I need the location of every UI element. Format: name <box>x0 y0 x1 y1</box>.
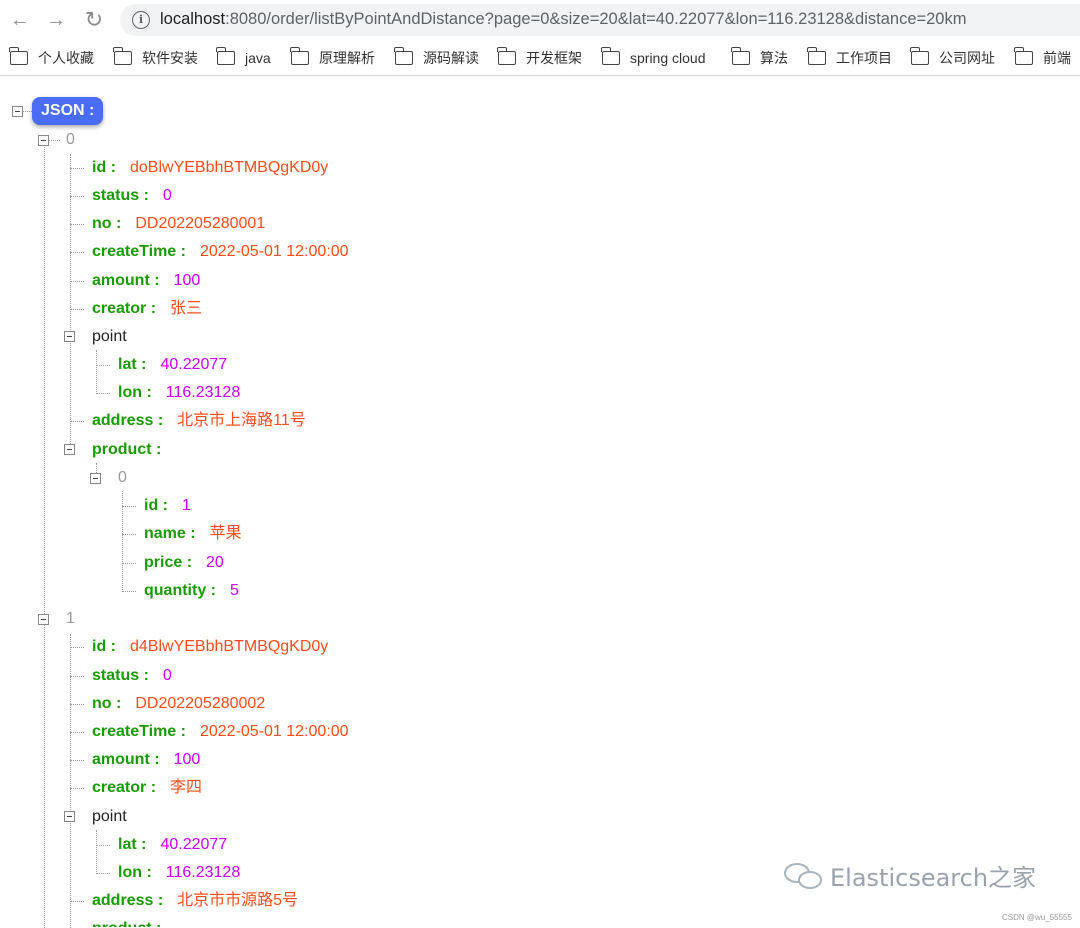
tree-connector <box>96 873 110 874</box>
watermark: Elasticsearch之家 <box>784 858 1036 893</box>
url-text[interactable]: localhost:8080/order/listByPointAndDista… <box>160 10 966 29</box>
tree-guide-line <box>96 830 97 874</box>
array-index-node[interactable]: 0 <box>118 466 127 490</box>
folder-icon <box>497 47 516 65</box>
json-field-createtime: createTime :2022-05-01 12:00:00 <box>92 723 349 740</box>
json-field-status: status :0 <box>92 187 172 204</box>
json-field-lat: lat :40.22077 <box>118 356 228 373</box>
json-field-price: price :20 <box>144 554 224 571</box>
tree-connector <box>70 732 84 733</box>
tree-connector <box>122 534 136 535</box>
json-root-badge[interactable]: JSON : <box>32 97 104 125</box>
tree-connector <box>70 309 84 310</box>
site-info-icon[interactable]: i <box>132 11 150 29</box>
image-credit: CSDN @wu_55555 <box>1002 913 1072 922</box>
json-field-creator: creator : 李四 <box>92 779 203 796</box>
bookmark-folder[interactable]: java <box>216 47 271 68</box>
tree-connector <box>70 788 84 789</box>
back-arrow-icon[interactable]: ← <box>8 8 32 32</box>
tree-guide-line <box>96 350 97 394</box>
tree-connector <box>70 281 84 282</box>
bookmark-folder[interactable]: 工作项目 <box>807 47 892 68</box>
json-field-status: status :0 <box>92 667 172 684</box>
folder-icon <box>807 47 826 65</box>
tree-connector <box>70 647 84 648</box>
collapse-toggle-icon[interactable] <box>38 135 49 146</box>
json-array-product[interactable]: product : <box>92 438 161 462</box>
browser-toolbar: ← → ↻ i localhost:8080/order/listByPoint… <box>0 0 1080 40</box>
tree-connector <box>70 168 84 169</box>
json-array-product[interactable]: product : <box>92 917 161 927</box>
tree-connector <box>96 365 110 366</box>
collapse-toggle-icon[interactable] <box>64 444 75 455</box>
collapse-toggle-icon[interactable] <box>90 473 101 484</box>
bookmarks-bar: 个人收藏 软件安装 java 原理解析 源码解读 开发框架 spring clo… <box>0 40 1080 76</box>
json-field-id: id : doBlwYEBbhBTMBQgKD0y <box>92 159 329 176</box>
json-field-creator: creator : 张三 <box>92 300 203 317</box>
bookmark-folder[interactable]: 算法 <box>731 47 788 68</box>
bookmark-folder[interactable]: 个人收藏 <box>9 47 94 68</box>
tree-guide-line <box>70 154 71 450</box>
collapse-toggle-icon[interactable] <box>38 614 49 625</box>
bookmark-folder[interactable]: 源码解读 <box>394 47 479 68</box>
tree-connector <box>70 252 84 253</box>
json-field-no: no : DD202205280002 <box>92 695 266 712</box>
folder-icon <box>394 47 413 65</box>
json-field-id: id :1 <box>144 497 191 514</box>
tree-connector <box>70 676 84 677</box>
tree-connector <box>122 506 136 507</box>
tree-connector <box>122 563 136 564</box>
json-field-lon: lon :116.23128 <box>118 864 241 881</box>
json-object-point[interactable]: point <box>92 805 127 829</box>
folder-icon <box>290 47 309 65</box>
json-field-lat: lat :40.22077 <box>118 836 228 853</box>
json-field-address: address : 北京市上海路11号 <box>92 412 306 429</box>
json-field-createtime: createTime :2022-05-01 12:00:00 <box>92 243 349 260</box>
folder-icon <box>113 47 132 65</box>
tree-connector <box>70 196 84 197</box>
json-field-quantity: quantity :5 <box>144 582 239 599</box>
folder-icon <box>1014 47 1033 65</box>
folder-icon <box>9 47 28 65</box>
collapse-toggle-icon[interactable] <box>64 811 75 822</box>
bookmark-folder[interactable]: spring cloud <box>601 47 706 68</box>
collapse-toggle-icon[interactable] <box>64 331 75 342</box>
bookmark-folder[interactable]: 开发框架 <box>497 47 582 68</box>
json-field-amount: amount :100 <box>92 751 201 768</box>
bookmark-folder[interactable]: 公司网址 <box>910 47 995 68</box>
json-field-no: no : DD202205280001 <box>92 215 266 232</box>
bookmark-folder[interactable]: 前端 <box>1014 47 1071 68</box>
collapse-toggle-icon[interactable] <box>12 106 23 117</box>
tree-connector <box>96 393 110 394</box>
bookmark-folder[interactable]: 原理解析 <box>290 47 375 68</box>
tree-connector <box>96 845 110 846</box>
folder-icon <box>216 47 235 65</box>
json-viewer: JSON : 0 id : doBlwYEBbhBTMBQgKD0y status… <box>0 77 1080 928</box>
address-bar[interactable]: i localhost:8080/order/listByPointAndDis… <box>120 4 1080 36</box>
reload-icon[interactable]: ↻ <box>82 8 106 32</box>
bookmark-folder[interactable]: 软件安装 <box>113 47 198 68</box>
tree-connector <box>70 760 84 761</box>
json-field-lon: lon :116.23128 <box>118 384 241 401</box>
tree-connector <box>70 421 84 422</box>
forward-arrow-icon[interactable]: → <box>44 8 68 32</box>
json-object-point[interactable]: point <box>92 325 127 349</box>
json-field-amount: amount :100 <box>92 272 201 289</box>
json-field-address: address : 北京市市源路5号 <box>92 892 299 909</box>
json-field-name: name : 苹果 <box>144 525 242 542</box>
json-field-id: id : d4BlwYEBbhBTMBQgKD0y <box>92 638 329 655</box>
tree-connector <box>70 224 84 225</box>
folder-icon <box>731 47 750 65</box>
tree-connector <box>70 901 84 902</box>
array-index-node[interactable]: 1 <box>66 607 75 631</box>
tree-connector <box>70 704 84 705</box>
wechat-icon <box>784 861 824 891</box>
folder-icon <box>601 47 620 65</box>
tree-guide-line <box>44 147 45 928</box>
tree-connector <box>122 591 136 592</box>
array-index-node[interactable]: 0 <box>66 128 75 152</box>
folder-icon <box>910 47 929 65</box>
tree-guide-line <box>70 634 71 928</box>
